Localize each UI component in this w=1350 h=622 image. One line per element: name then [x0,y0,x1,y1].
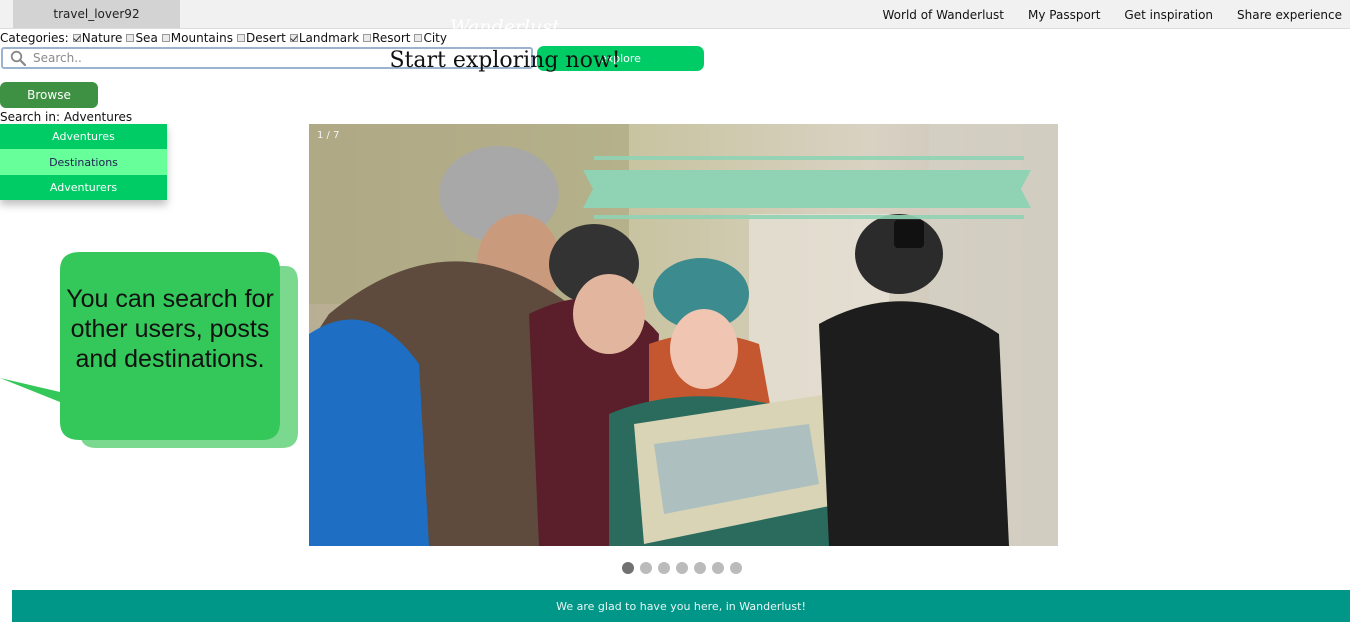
category-label: Resort [372,31,411,45]
nav-world-of-wanderlust[interactable]: World of Wanderlust [875,8,1012,22]
carousel-dot[interactable] [622,562,634,574]
category-label: City [423,31,447,45]
carousel-dot[interactable] [712,562,724,574]
category-label: Landmark [298,31,360,45]
category-resort[interactable]: Resort [359,31,410,45]
search-icon [10,50,26,66]
category-label: Sea [135,31,158,45]
username-tab[interactable]: travel_lover92 [13,0,180,28]
slide-counter: 1 / 7 [317,130,340,141]
checkbox-desert[interactable] [236,34,245,42]
category-nature[interactable]: Nature [69,31,123,45]
browse-button[interactable]: Browse [0,82,98,108]
travelers-photo [309,124,1058,546]
category-label: Nature [81,31,123,45]
main-nav: World of Wanderlust My Passport Get insp… [867,0,1350,29]
dropdown-option-adventures[interactable]: Adventures [0,124,167,149]
nav-share-experience[interactable]: Share experience [1229,8,1350,22]
carousel-dot[interactable] [676,562,688,574]
top-bar: travel_lover92 World of Wanderlust My Pa… [0,0,1350,29]
category-city[interactable]: City [410,31,447,45]
carousel-dot[interactable] [730,562,742,574]
category-label: Mountains [170,31,233,45]
checkbox-nature[interactable] [72,34,81,42]
banner-script-title: Wanderlust [450,16,560,38]
category-mountains[interactable]: Mountains [158,31,233,45]
help-bubble-text: You can search for other users, posts an… [66,285,274,373]
carousel-dot[interactable] [658,562,670,574]
search-in-label: Search in: Adventures [0,110,133,124]
nav-my-passport[interactable]: My Passport [1020,8,1108,22]
dropdown-option-adventurers[interactable]: Adventurers [0,175,167,200]
checkbox-resort[interactable] [363,34,372,42]
checkbox-sea[interactable] [126,34,135,42]
category-label: Desert [245,31,286,45]
nav-get-inspiration[interactable]: Get inspiration [1116,8,1221,22]
carousel-slide[interactable]: 1 / 7 [309,124,1058,546]
categories-label: Categories: [0,31,69,45]
carousel-dot[interactable] [694,562,706,574]
carousel-dot[interactable] [640,562,652,574]
help-bubble: You can search for other users, posts an… [0,252,300,452]
checkbox-mountains[interactable] [161,34,170,42]
category-sea[interactable]: Sea [122,31,158,45]
dropdown-option-destinations[interactable]: Destinations [0,149,167,175]
category-filter: Categories: Nature Sea Mountains Desert … [0,31,447,45]
banner-headline: Start exploring now! [389,48,621,73]
carousel-dots [622,562,748,574]
category-desert[interactable]: Desert [233,31,286,45]
category-landmark[interactable]: Landmark [286,31,359,45]
browse-dropdown: Adventures Destinations Adventurers [0,124,167,200]
checkbox-city[interactable] [414,34,423,42]
checkbox-landmark[interactable] [289,34,298,42]
footer-banner: We are glad to have you here, in Wanderl… [12,590,1350,622]
